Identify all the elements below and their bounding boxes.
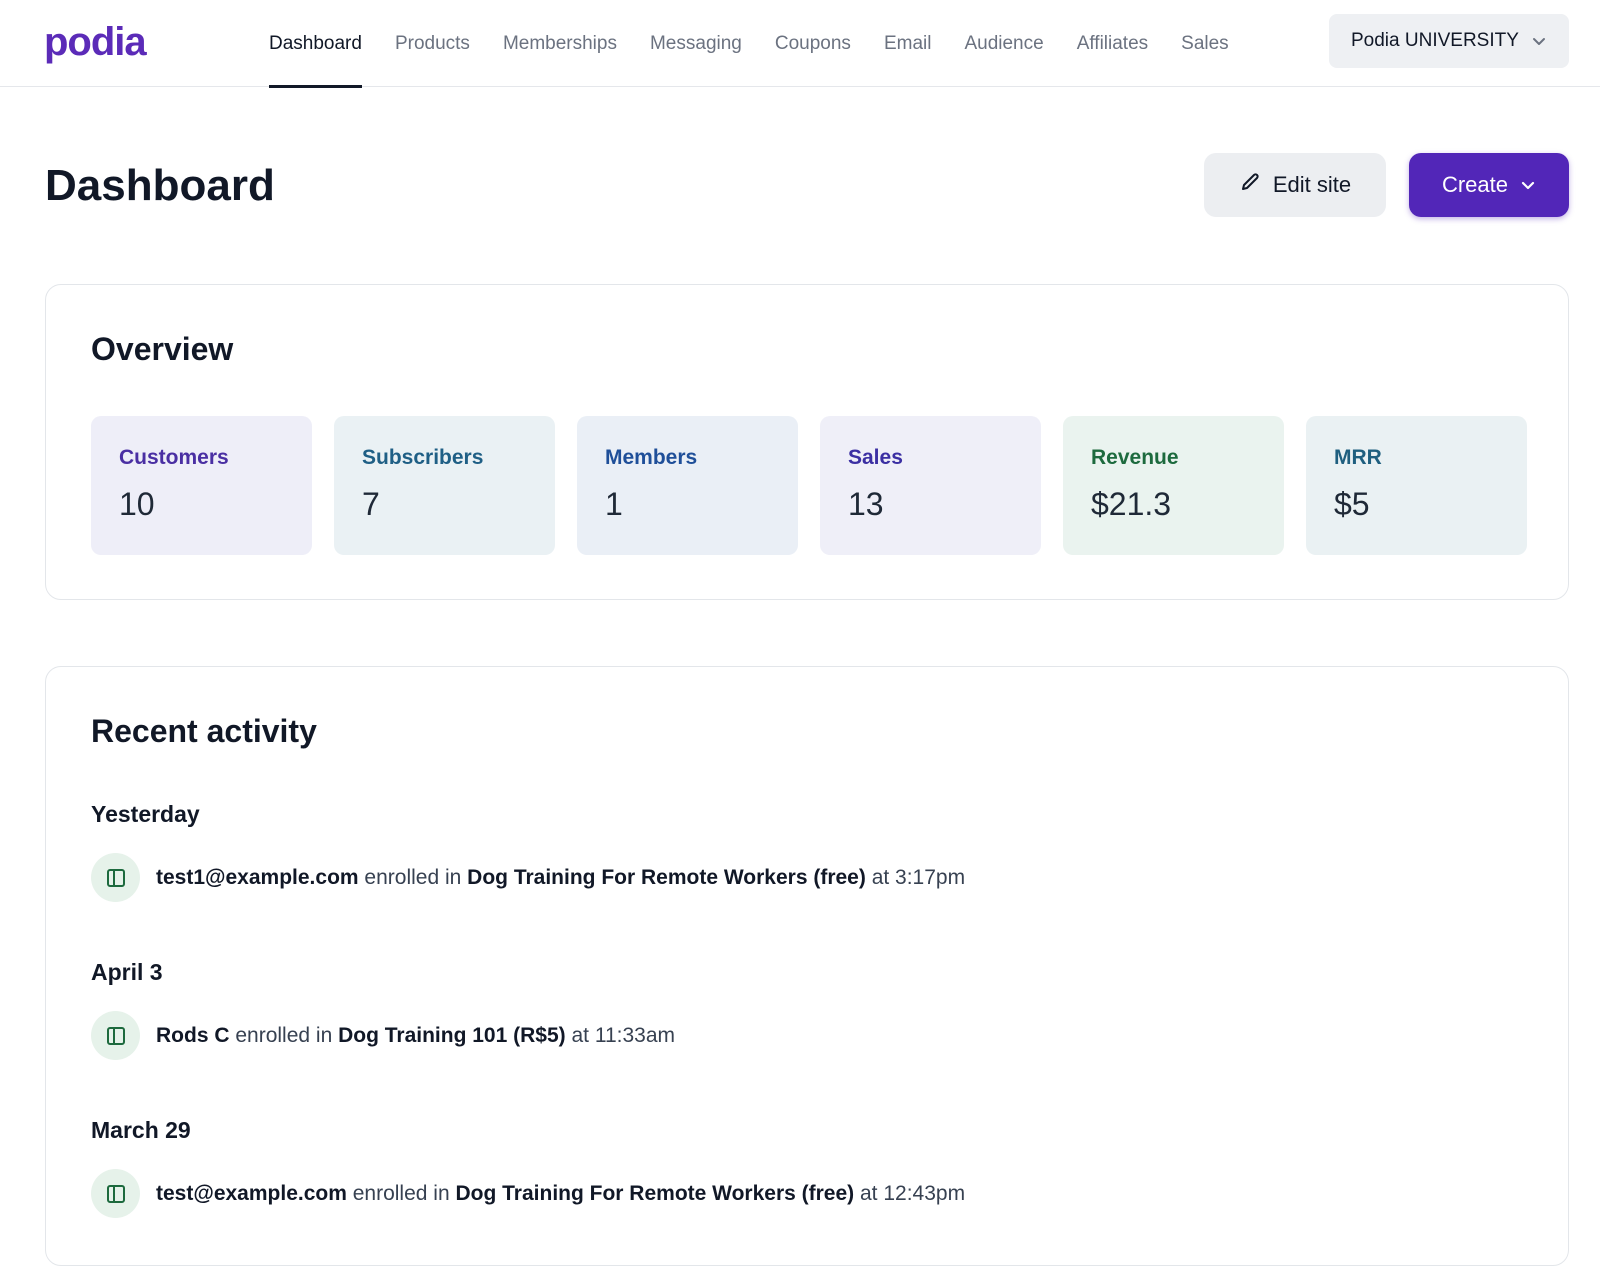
stat-label: Customers <box>119 446 229 469</box>
nav-sales[interactable]: Sales <box>1181 0 1229 87</box>
activity-user[interactable]: test1@example.com <box>156 866 359 889</box>
stat-label: Sales <box>848 446 903 469</box>
top-navigation-bar: podia Dashboard Products Memberships Mes… <box>0 0 1600 88</box>
activity-verb: enrolled in <box>352 1181 450 1205</box>
podia-logo[interactable]: podia <box>44 16 147 68</box>
nav-dashboard[interactable]: Dashboard <box>269 0 362 88</box>
stat-label: Members <box>605 446 698 469</box>
stat-value: $21.3 <box>1091 486 1172 522</box>
activity-item: Rods C enrolled in Dog Training 101 (R$5… <box>91 1011 675 1060</box>
activity-time: at 12:43pm <box>860 1181 966 1205</box>
recent-activity-card: Recent activity Yesterday test1@example.… <box>45 666 1569 1266</box>
create-button[interactable]: Create <box>1409 153 1569 217</box>
stat-value: 13 <box>848 486 884 522</box>
stat-value: 1 <box>605 486 623 522</box>
create-label: Create <box>1441 172 1509 197</box>
stat-label: Revenue <box>1091 446 1179 469</box>
nav-email[interactable]: Email <box>884 0 932 87</box>
activity-product[interactable]: Dog Training For Remote Workers (free) <box>467 866 866 889</box>
activity-verb: enrolled in <box>364 865 462 889</box>
overview-card: Overview Customers 10 Subscribers 7 Memb… <box>45 284 1569 600</box>
stat-customers[interactable]: Customers 10 <box>91 416 312 555</box>
nav-affiliates[interactable]: Affiliates <box>1077 0 1148 87</box>
activity-day-label: Yesterday <box>91 801 200 827</box>
overview-title: Overview <box>91 331 234 367</box>
stat-members[interactable]: Members 1 <box>577 416 798 555</box>
stat-subscribers[interactable]: Subscribers 7 <box>334 416 555 555</box>
stat-revenue[interactable]: Revenue $21.3 <box>1063 416 1284 555</box>
activity-user[interactable]: test@example.com <box>156 1182 347 1205</box>
stat-value: 7 <box>362 486 380 522</box>
activity-day-label: March 29 <box>91 1117 191 1143</box>
activity-verb: enrolled in <box>235 1023 333 1047</box>
nav-messaging[interactable]: Messaging <box>650 0 742 87</box>
stat-sales[interactable]: Sales 13 <box>820 416 1041 555</box>
recent-activity-title: Recent activity <box>91 713 317 749</box>
activity-text: test1@example.com enrolled in Dog Traini… <box>156 866 965 890</box>
book-icon <box>91 1169 140 1218</box>
site-switcher-label: Podia UNIVERSITY <box>1351 30 1519 51</box>
activity-item: test@example.com enrolled in Dog Trainin… <box>91 1169 965 1218</box>
stat-mrr[interactable]: MRR $5 <box>1306 416 1527 555</box>
edit-site-button[interactable]: Edit site <box>1204 153 1386 217</box>
nav-products[interactable]: Products <box>395 0 470 87</box>
nav-coupons[interactable]: Coupons <box>775 0 851 87</box>
activity-text: Rods C enrolled in Dog Training 101 (R$5… <box>156 1024 675 1048</box>
book-icon <box>91 853 140 902</box>
chevron-down-icon <box>1520 177 1536 193</box>
stat-value: $5 <box>1334 486 1370 522</box>
nav-audience[interactable]: Audience <box>964 0 1043 87</box>
stat-label: MRR <box>1334 446 1382 469</box>
nav-memberships[interactable]: Memberships <box>503 0 617 87</box>
activity-day-label: April 3 <box>91 959 163 985</box>
activity-item: test1@example.com enrolled in Dog Traini… <box>91 853 965 902</box>
stat-value: 10 <box>119 486 155 522</box>
activity-time: at 11:33am <box>571 1023 675 1047</box>
edit-site-label: Edit site <box>1272 172 1352 197</box>
activity-time: at 3:17pm <box>871 865 966 889</box>
pencil-icon <box>1239 171 1261 199</box>
activity-product[interactable]: Dog Training For Remote Workers (free) <box>455 1182 854 1205</box>
stats-row: Customers 10 Subscribers 7 Members 1 Sal… <box>91 416 1527 555</box>
activity-product[interactable]: Dog Training 101 (R$5) <box>338 1024 566 1047</box>
chevron-down-icon <box>1531 33 1547 49</box>
stat-label: Subscribers <box>362 446 484 469</box>
book-icon <box>91 1011 140 1060</box>
page-title: Dashboard <box>45 161 275 210</box>
activity-text: test@example.com enrolled in Dog Trainin… <box>156 1182 965 1206</box>
main-nav: Dashboard Products Memberships Messaging… <box>269 0 1262 88</box>
activity-user[interactable]: Rods C <box>156 1024 230 1047</box>
site-switcher-dropdown[interactable]: Podia UNIVERSITY <box>1329 14 1569 68</box>
